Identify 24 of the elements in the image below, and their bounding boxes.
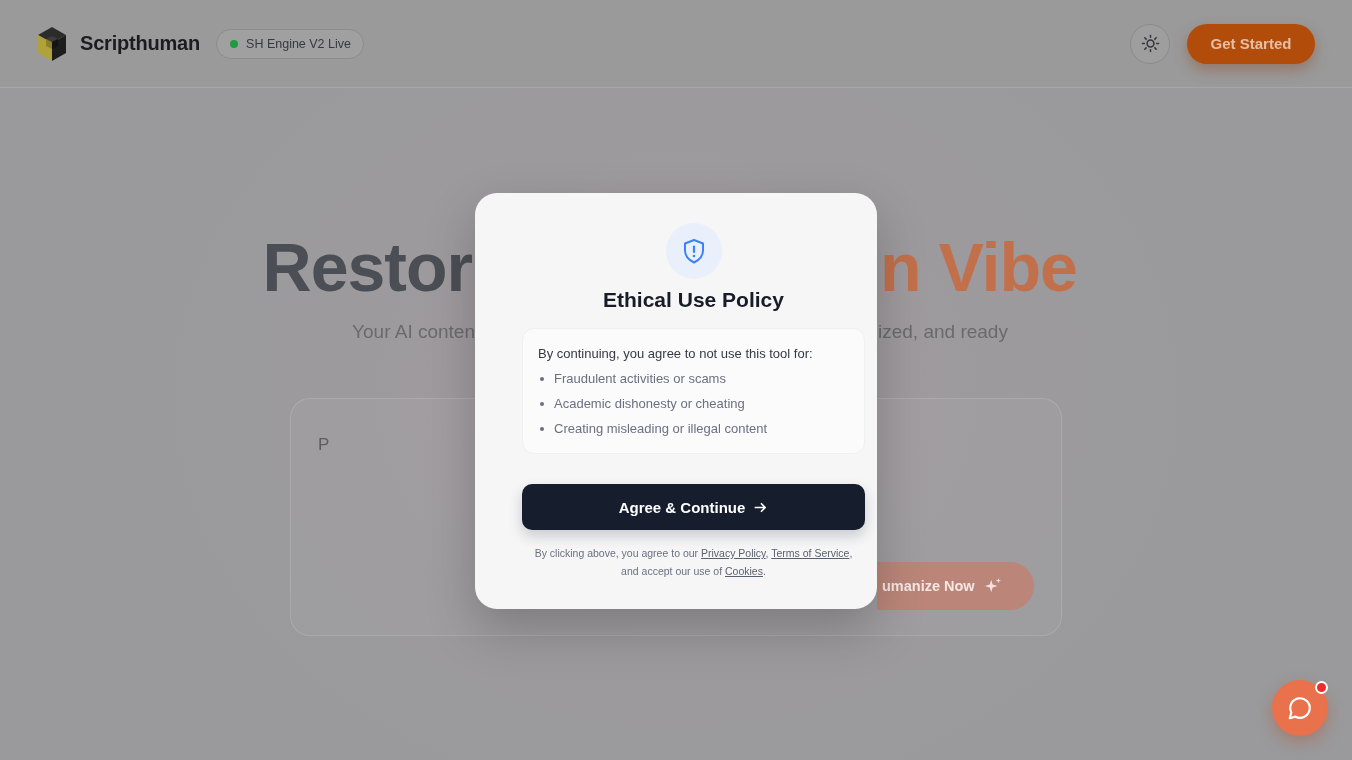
policy-item: Academic dishonesty or cheating (554, 395, 745, 413)
agree-continue-button[interactable]: Agree & Continue (522, 484, 865, 530)
status-label: SH Engine V2 Live (246, 36, 351, 51)
bullet-icon (540, 427, 544, 431)
brand-name[interactable]: Scripthuman (80, 32, 201, 55)
hero-heading: Restor (262, 233, 472, 301)
bullet-icon (540, 402, 544, 406)
theme-toggle-button[interactable] (1130, 23, 1170, 64)
policy-item: Fraudulent activities or scams (554, 370, 726, 388)
hero-heading: n Vibe (880, 233, 1077, 301)
legal-link[interactable]: Privacy Policy (701, 547, 766, 559)
status-dot-icon (230, 39, 239, 48)
policy-item: Creating misleading or illegal content (554, 420, 768, 438)
text-input-field[interactable]: P (318, 436, 468, 536)
legal-notice: By clicking above, you agree to our Privacy Policy, Terms of Service, and accept our use of Cookies. (534, 546, 853, 579)
dialog-title: Ethical Use Policy (603, 287, 784, 313)
legal-link[interactable]: Cookies (725, 565, 763, 577)
cube-logo-icon[interactable] (37, 26, 67, 61)
sun-icon (1140, 34, 1160, 53)
policy-intro: By continuing, you agree to not use this tool for: (538, 345, 814, 363)
shield-warning-icon (665, 223, 722, 279)
bullet-icon (540, 377, 544, 381)
speech-bubble-icon (1287, 695, 1313, 721)
chat-button[interactable] (1272, 680, 1328, 736)
